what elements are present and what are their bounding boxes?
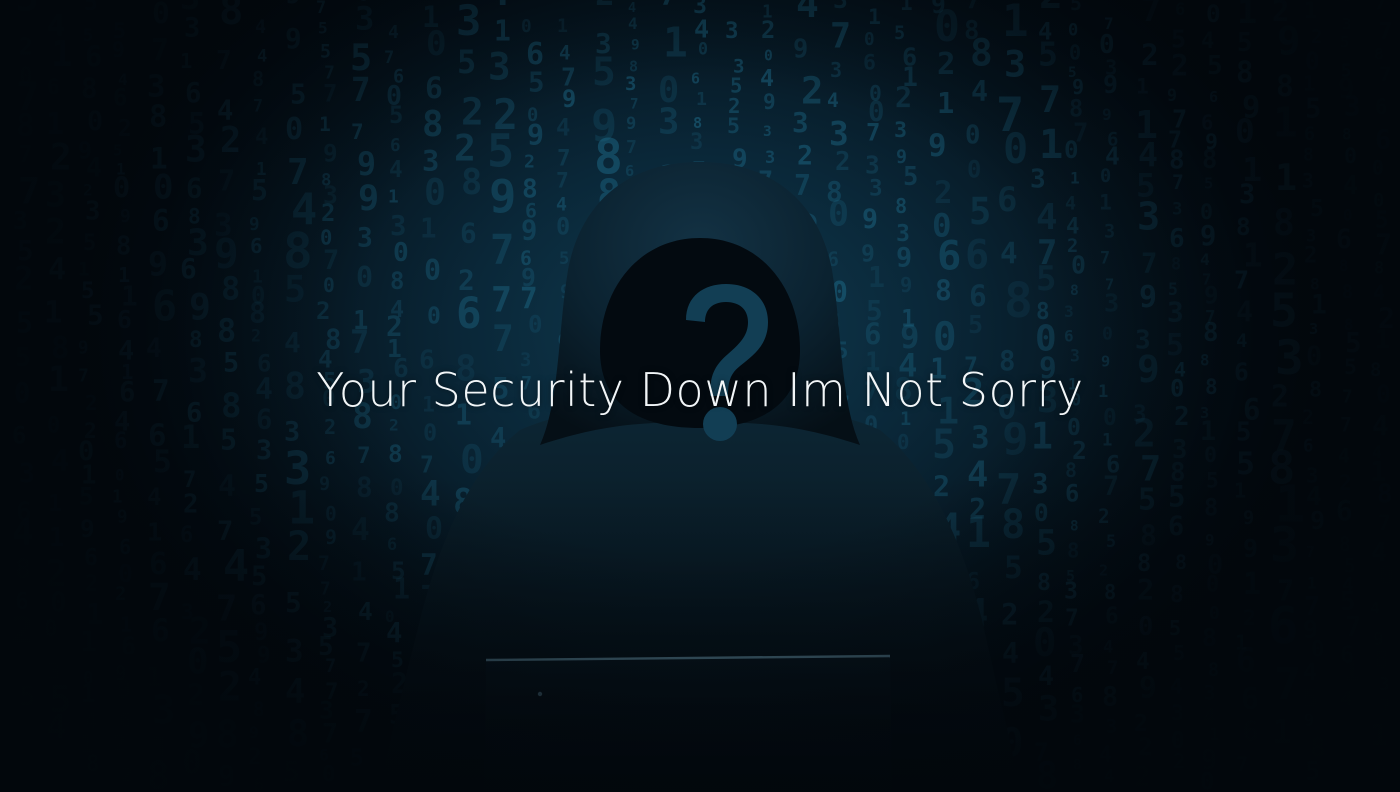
headline-caption: Your Security Down Im Not Sorry [316,363,1084,417]
laptop-icon [484,654,892,792]
hacker-scene: 5207877352550636486245294161232418104112… [0,0,1400,792]
